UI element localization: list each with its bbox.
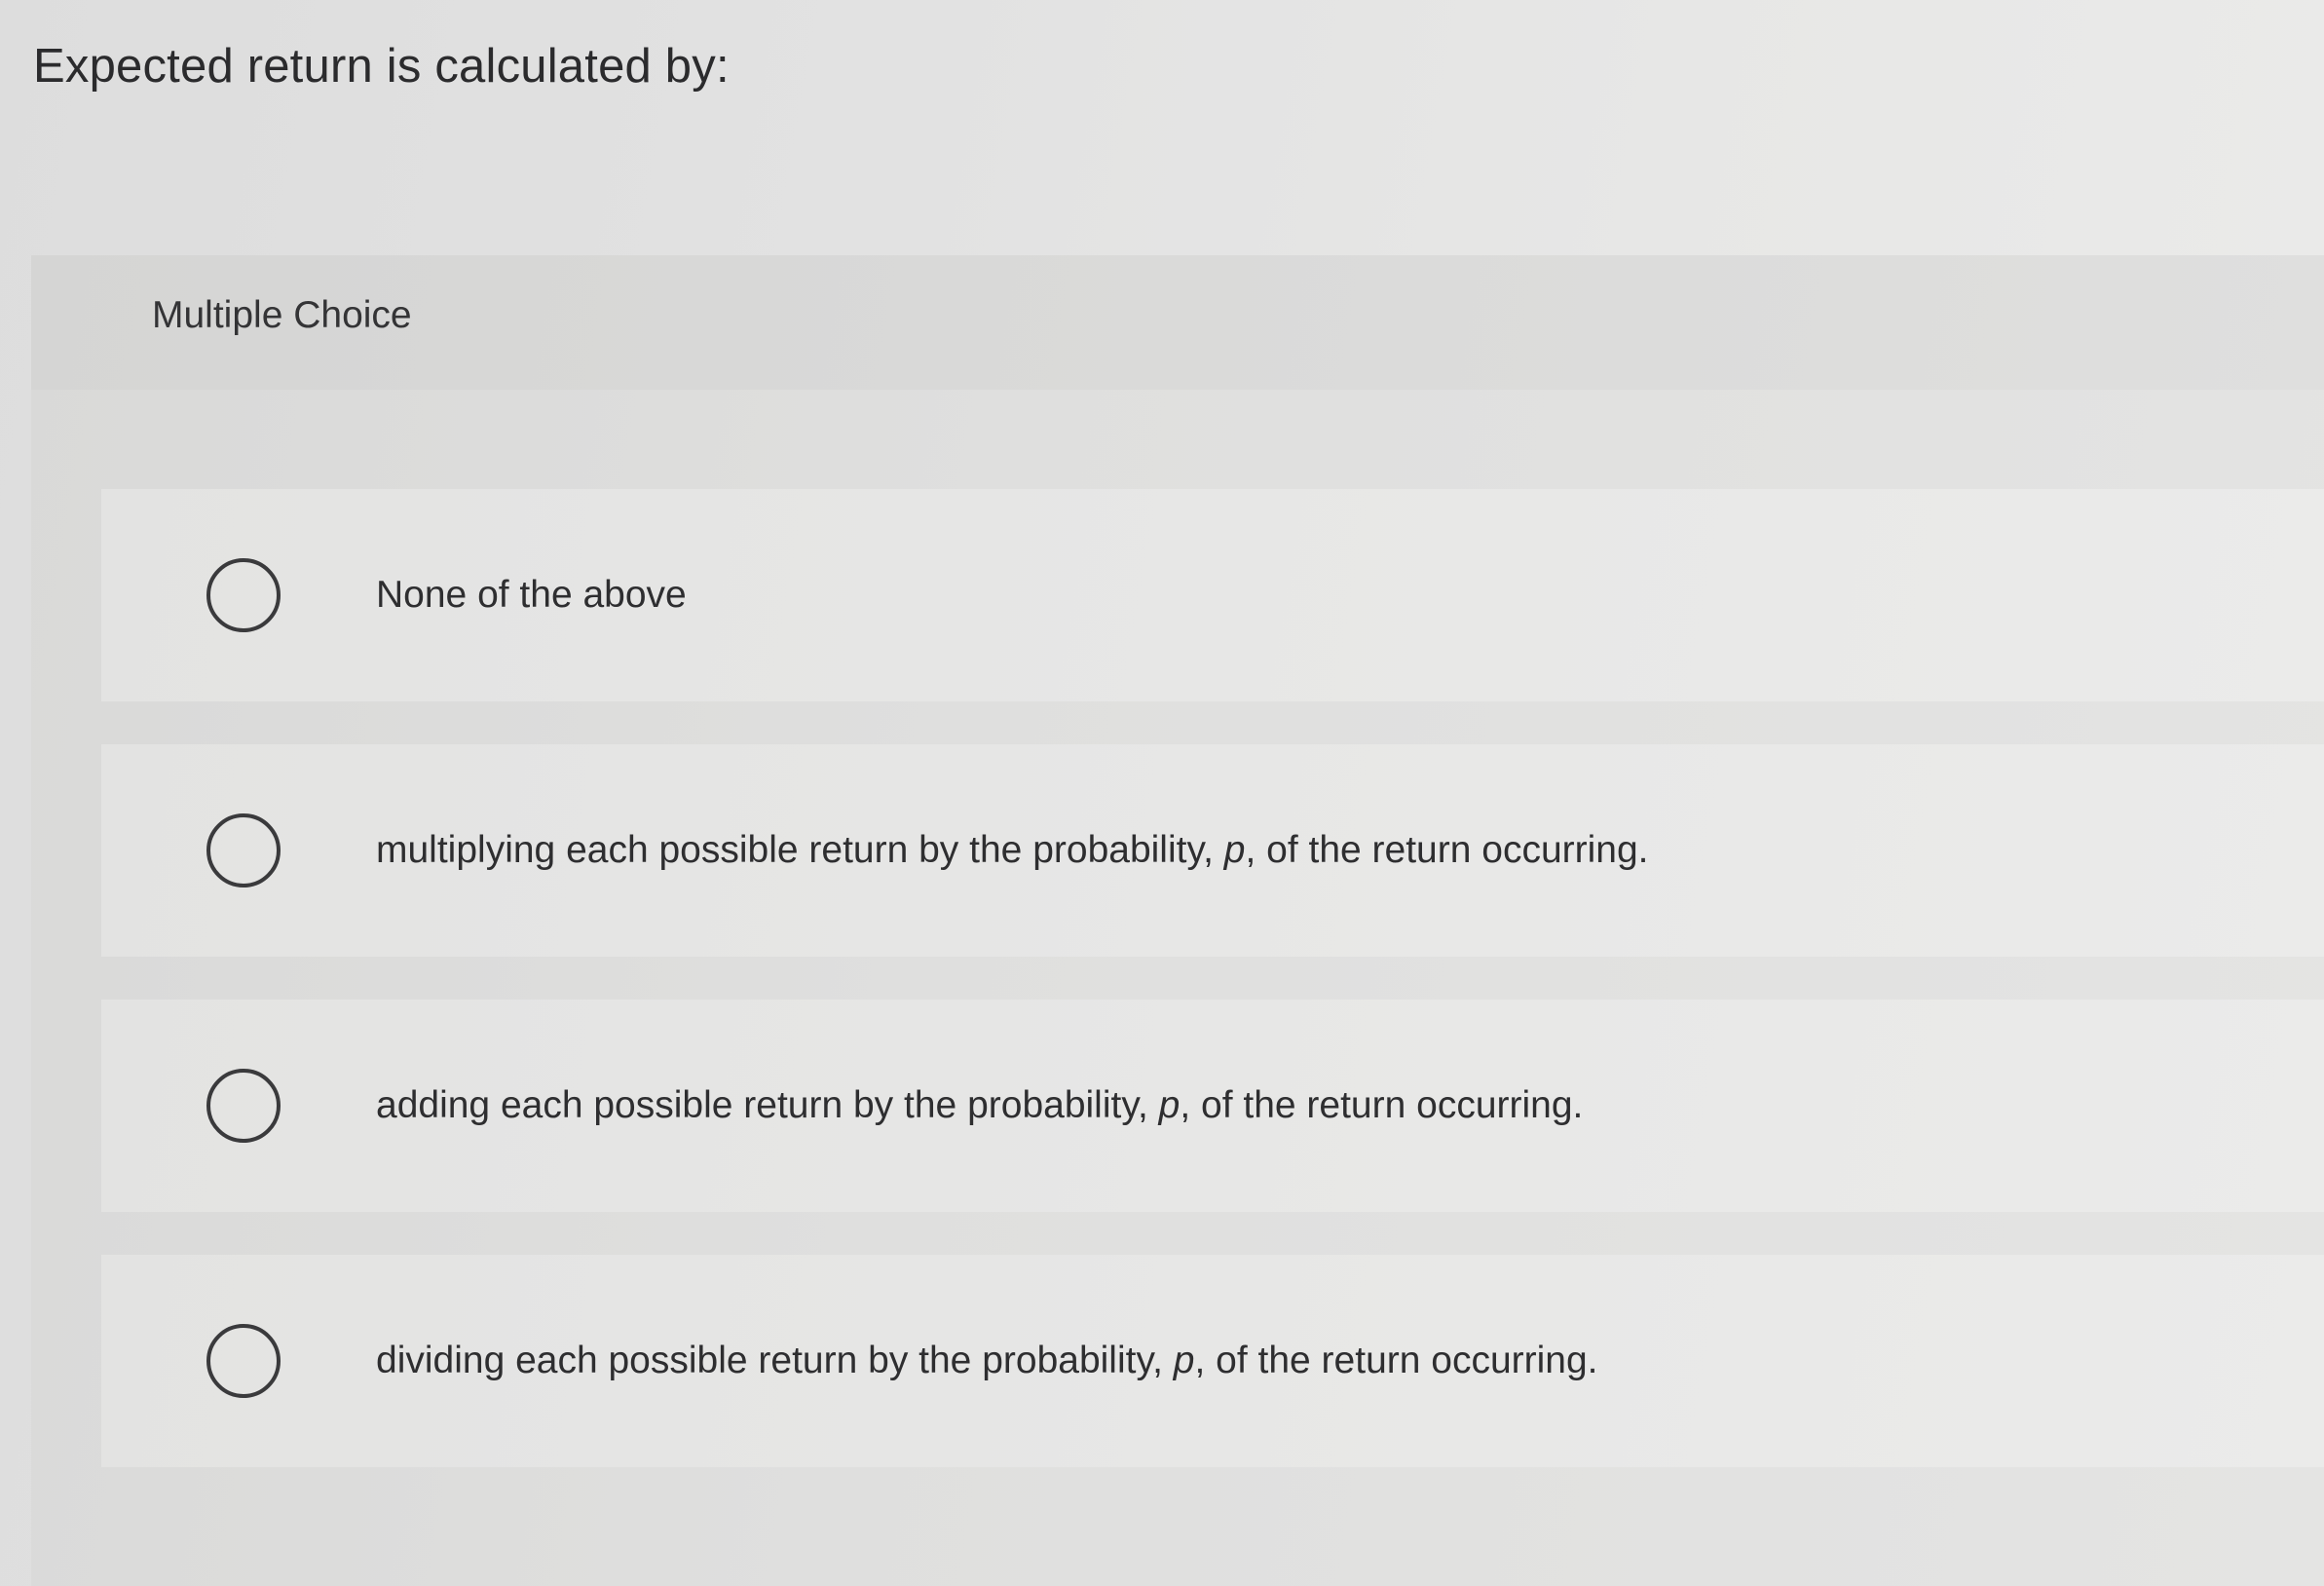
multiple-choice-panel: Multiple Choice None of the above multip…	[31, 255, 2324, 1586]
question-type-label: Multiple Choice	[152, 294, 412, 336]
answer-option-none[interactable]: None of the above	[101, 489, 2324, 701]
radio-button-icon[interactable]	[206, 1069, 281, 1143]
answer-option-text: dividing each possible return by the pro…	[376, 1340, 1598, 1381]
radio-button-icon[interactable]	[206, 813, 281, 887]
panel-header: Multiple Choice	[31, 255, 2324, 390]
probability-variable: p	[1173, 1340, 1195, 1381]
answer-option-text: adding each possible return by the proba…	[376, 1084, 1584, 1126]
radio-button-icon[interactable]	[206, 1324, 281, 1398]
answer-option-adding[interactable]: adding each possible return by the proba…	[101, 1000, 2324, 1212]
radio-button-icon[interactable]	[206, 558, 281, 632]
answer-option-dividing[interactable]: dividing each possible return by the pro…	[101, 1255, 2324, 1467]
answer-option-text: None of the above	[376, 574, 687, 616]
answer-option-multiplying[interactable]: multiplying each possible return by the …	[101, 744, 2324, 957]
answer-options: None of the above multiplying each possi…	[101, 489, 2324, 1510]
probability-variable: p	[1223, 829, 1246, 871]
probability-variable: p	[1158, 1084, 1181, 1126]
question-prompt: Expected return is calculated by:	[33, 40, 730, 93]
answer-option-text: multiplying each possible return by the …	[376, 829, 1649, 871]
